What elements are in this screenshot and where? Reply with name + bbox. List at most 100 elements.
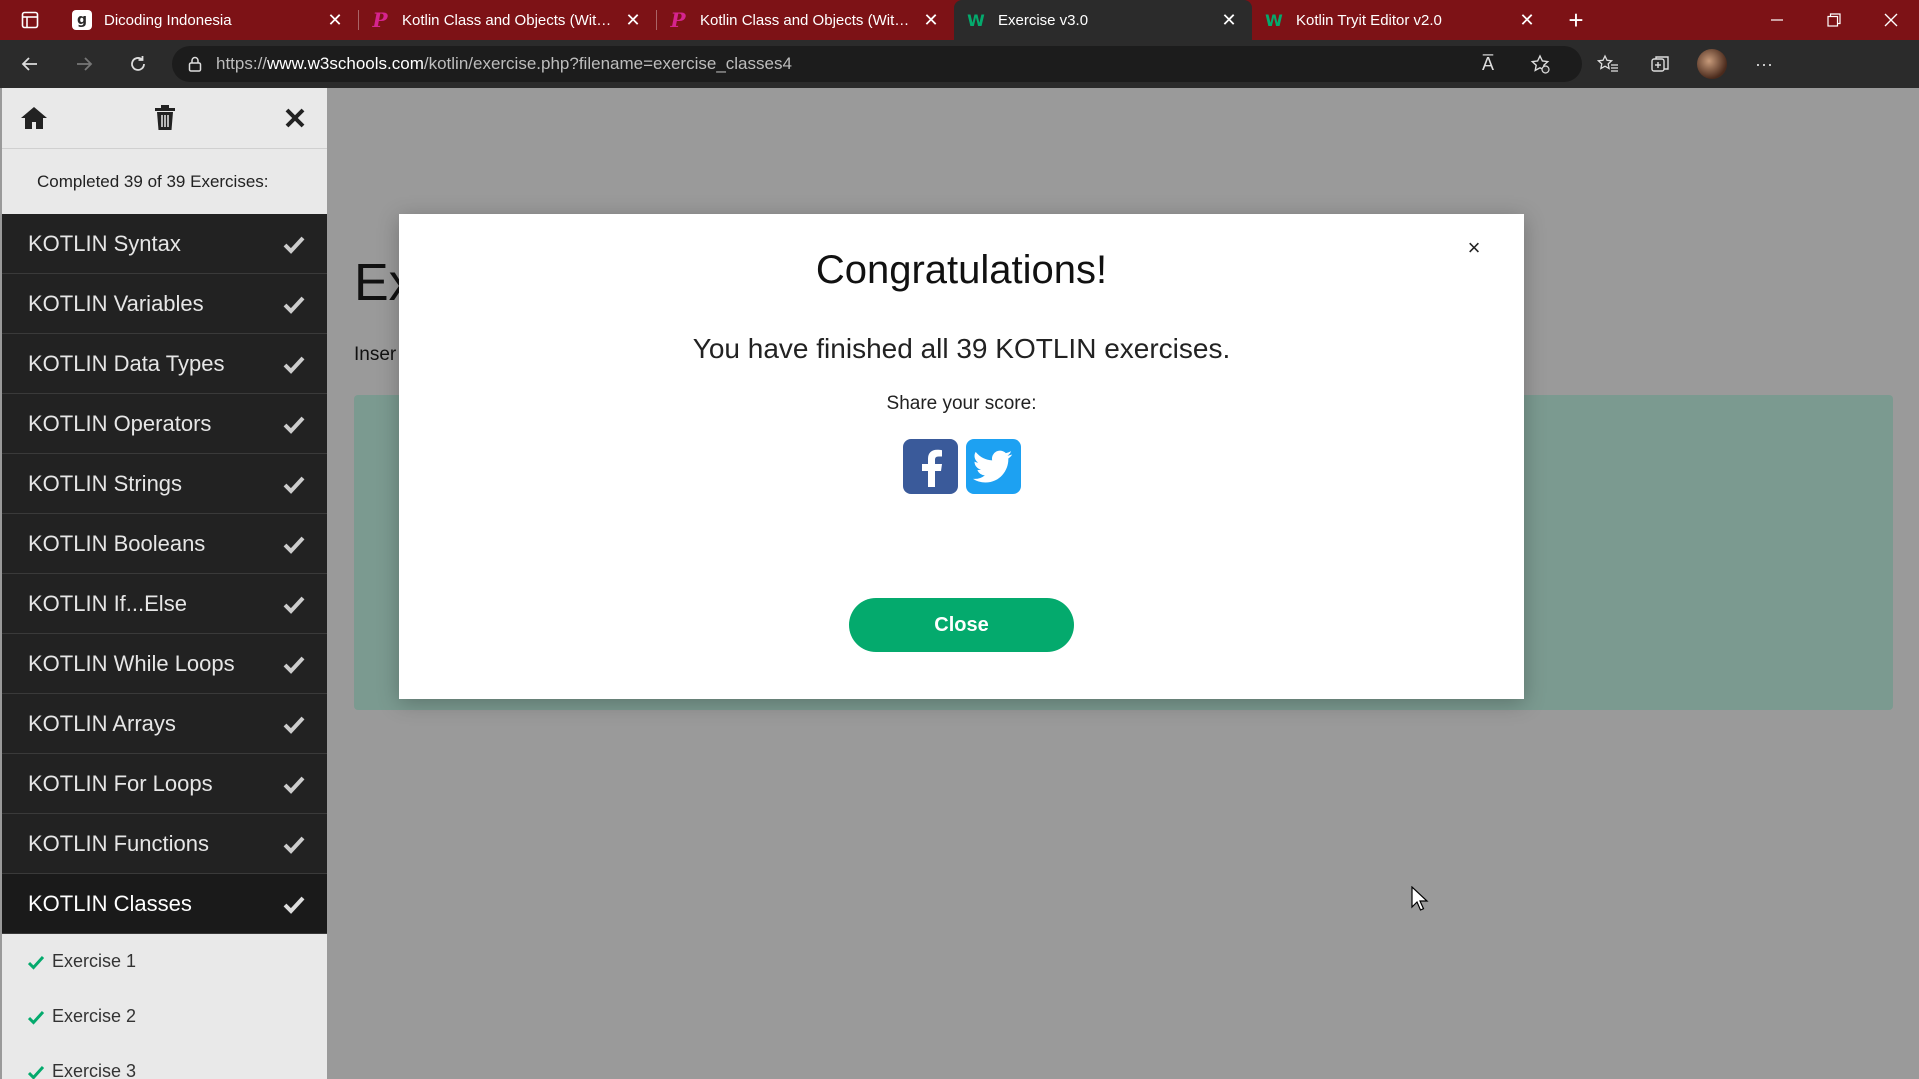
checkmark-icon — [283, 596, 305, 614]
exercise-instruction: Inser — [354, 344, 397, 365]
close-icon — [285, 108, 305, 128]
congratulations-modal: × Congratulations! You have finished all… — [399, 214, 1524, 699]
avatar — [1697, 49, 1727, 79]
exercise-item-1[interactable]: Exercise 1 — [2, 934, 327, 989]
plus-icon: + — [1568, 4, 1584, 35]
facebook-share-button[interactable] — [902, 439, 958, 494]
read-aloud-icon: A̅ — [1481, 53, 1494, 74]
exercise-list: Exercise 1 Exercise 2 Exercise 3 — [2, 934, 327, 1079]
arrow-right-icon — [77, 57, 93, 71]
close-sidebar-button[interactable] — [279, 102, 311, 134]
twitter-share-button[interactable] — [965, 439, 1021, 494]
back-button[interactable] — [6, 44, 54, 84]
exercise-sidebar: Completed 39 of 39 Exercises: KOTLIN Syn… — [2, 88, 327, 1079]
sidebar-item-label: KOTLIN Functions — [28, 830, 209, 856]
share-label: Share your score: — [886, 393, 1037, 414]
favorites-button[interactable] — [1582, 44, 1634, 84]
programiz-favicon-icon: P — [372, 8, 388, 32]
star-add-icon — [1530, 54, 1550, 74]
checkmark-icon — [283, 896, 305, 914]
category-list: KOTLIN Syntax KOTLIN Variables KOTLIN Da… — [2, 214, 327, 934]
address-bar[interactable]: https://www.w3schools.com/kotlin/exercis… — [172, 46, 1582, 82]
facebook-icon — [922, 449, 942, 487]
sidebar-item-label: KOTLIN For Loops — [28, 770, 213, 796]
checkmark-icon — [28, 1010, 44, 1025]
checkmark-icon — [283, 416, 305, 434]
url-text: https://www.w3schools.com/kotlin/exercis… — [216, 54, 792, 74]
sidebar-item-for-loops[interactable]: KOTLIN For Loops — [2, 754, 327, 814]
sidebar-item-if-else[interactable]: KOTLIN If...Else — [2, 574, 327, 634]
tab-close-icon[interactable]: ✕ — [622, 9, 644, 31]
home-button[interactable] — [18, 102, 50, 134]
more-menu-button[interactable]: ··· — [1738, 44, 1790, 84]
minimize-button[interactable] — [1748, 0, 1805, 40]
add-favorite-button[interactable] — [1514, 44, 1566, 84]
browser-tab-exercise[interactable]: W Exercise v3.0 ✕ — [954, 0, 1252, 40]
mouse-cursor-icon — [1411, 886, 1429, 911]
tab-close-icon[interactable]: ✕ — [1218, 9, 1240, 31]
tab-strip: g Dicoding Indonesia ✕ P Kotlin Class an… — [0, 0, 1919, 40]
exercise-label: Exercise 2 — [52, 1006, 137, 1026]
exercise-item-2[interactable]: Exercise 2 — [2, 989, 327, 1044]
completion-status: Completed 39 of 39 Exercises: — [2, 148, 327, 214]
sidebar-item-arrays[interactable]: KOTLIN Arrays — [2, 694, 327, 754]
sidebar-item-while-loops[interactable]: KOTLIN While Loops — [2, 634, 327, 694]
sidebar-item-functions[interactable]: KOTLIN Functions — [2, 814, 327, 874]
tab-title: Kotlin Class and Objects (With Ex — [402, 11, 614, 29]
exercise-item-3[interactable]: Exercise 3 — [2, 1044, 327, 1079]
read-aloud-button[interactable]: A̅ — [1462, 44, 1514, 84]
refresh-icon — [131, 56, 145, 71]
forward-button[interactable] — [60, 44, 108, 84]
browser-tab-tryit-editor[interactable]: W Kotlin Tryit Editor v2.0 ✕ — [1252, 0, 1550, 40]
reset-button[interactable] — [149, 102, 181, 134]
minimize-icon — [1770, 19, 1783, 21]
refresh-button[interactable] — [114, 44, 162, 84]
profile-button[interactable] — [1686, 44, 1738, 84]
checkmark-icon — [283, 776, 305, 794]
sidebar-item-label: KOTLIN Variables — [28, 290, 204, 316]
collections-icon — [1651, 56, 1669, 72]
arrow-left-icon — [21, 57, 37, 71]
exercise-label: Exercise 3 — [52, 1061, 137, 1079]
sidebar-item-booleans[interactable]: KOTLIN Booleans — [2, 514, 327, 574]
tab-close-icon[interactable]: ✕ — [920, 9, 942, 31]
w3schools-favicon-icon: W — [1265, 10, 1283, 30]
sidebar-item-operators[interactable]: KOTLIN Operators — [2, 394, 327, 454]
collections-button[interactable] — [1634, 44, 1686, 84]
url-prefix: https:// — [216, 54, 268, 73]
tab-title: Dicoding Indonesia — [104, 11, 232, 29]
checkmark-icon — [283, 656, 305, 674]
close-button[interactable]: Close — [849, 598, 1074, 652]
tab-actions-icon — [21, 11, 39, 29]
close-window-button[interactable] — [1862, 0, 1919, 40]
sidebar-item-syntax[interactable]: KOTLIN Syntax — [2, 214, 327, 274]
sidebar-item-label: KOTLIN While Loops — [28, 650, 235, 676]
checkmark-icon — [283, 296, 305, 314]
sidebar-toolbar — [2, 88, 327, 148]
sidebar-item-label: KOTLIN If...Else — [28, 590, 187, 616]
tab-close-icon[interactable]: ✕ — [324, 9, 346, 31]
new-tab-button[interactable]: + — [1550, 0, 1602, 40]
modal-close-icon[interactable]: × — [1462, 235, 1486, 260]
browser-tab-kotlin-class-2[interactable]: P Kotlin Class and Objects (With Ex ✕ — [656, 0, 954, 40]
sidebar-item-variables[interactable]: KOTLIN Variables — [2, 274, 327, 334]
restore-button[interactable] — [1805, 0, 1862, 40]
sidebar-item-data-types[interactable]: KOTLIN Data Types — [2, 334, 327, 394]
browser-tab-kotlin-class-1[interactable]: P Kotlin Class and Objects (With Ex ✕ — [358, 0, 656, 40]
checkmark-icon — [283, 236, 305, 254]
checkmark-icon — [283, 536, 305, 554]
sidebar-item-label: KOTLIN Data Types — [28, 350, 225, 376]
tab-close-icon[interactable]: ✕ — [1516, 9, 1538, 31]
checkmark-icon — [283, 356, 305, 374]
sidebar-item-strings[interactable]: KOTLIN Strings — [2, 454, 327, 514]
tab-title: Kotlin Class and Objects (With Ex — [700, 11, 912, 29]
checkmark-icon — [28, 955, 44, 970]
sidebar-item-label: KOTLIN Booleans — [28, 530, 206, 556]
tab-actions-button[interactable] — [0, 0, 60, 40]
sidebar-item-label: KOTLIN Arrays — [28, 710, 176, 736]
sidebar-item-classes[interactable]: KOTLIN Classes — [2, 874, 327, 934]
home-icon — [21, 107, 47, 129]
sidebar-item-label: KOTLIN Strings — [28, 470, 183, 496]
checkmark-icon — [283, 476, 305, 494]
browser-tab-dicoding[interactable]: g Dicoding Indonesia ✕ — [60, 0, 358, 40]
